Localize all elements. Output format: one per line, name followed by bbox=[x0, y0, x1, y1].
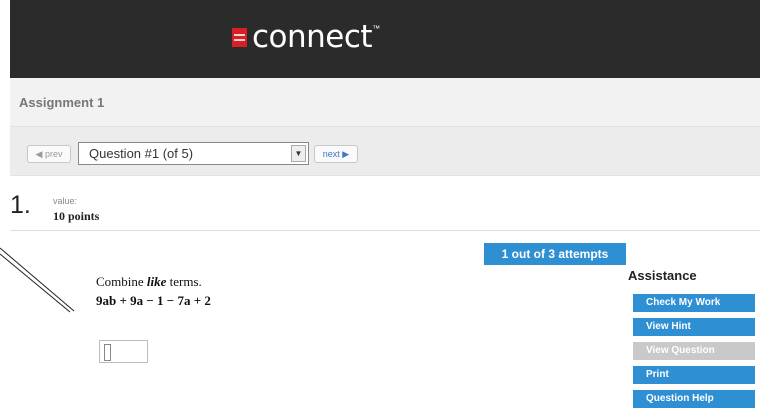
prev-button[interactable]: ◀ prev bbox=[27, 145, 71, 163]
brand-name: connect bbox=[252, 19, 373, 55]
question-instruction: Combine like terms. bbox=[96, 274, 202, 290]
question-points: 10 points bbox=[53, 209, 100, 223]
pointer-arrow-icon bbox=[0, 247, 75, 313]
connect-logo: connect ™ bbox=[232, 19, 381, 55]
assignment-title: Assignment 1 bbox=[19, 95, 105, 110]
next-button[interactable]: next ▶ bbox=[314, 145, 358, 163]
question-select-value: Question #1 (of 5) bbox=[89, 146, 194, 161]
check-my-work-button[interactable]: Check My Work bbox=[633, 294, 755, 312]
answer-input[interactable] bbox=[99, 340, 148, 363]
value-label: value: bbox=[53, 196, 78, 206]
instruction-prefix: Combine bbox=[96, 274, 147, 289]
question-select[interactable]: Question #1 (of 5) ▼ bbox=[78, 142, 309, 165]
text-caret bbox=[104, 344, 111, 361]
attempts-badge: 1 out of 3 attempts bbox=[484, 243, 626, 265]
question-number: 1. bbox=[10, 191, 31, 219]
question-nav-bar: ◀ prev Question #1 (of 5) ▼ next ▶ bbox=[10, 126, 760, 176]
instruction-emphasis: like bbox=[146, 274, 167, 289]
question-help-button[interactable]: Question Help bbox=[633, 390, 755, 408]
instruction-suffix: terms. bbox=[166, 274, 202, 289]
mcgraw-hill-logo-icon bbox=[232, 27, 247, 47]
view-hint-button[interactable]: View Hint bbox=[633, 318, 755, 336]
header-bar: connect ™ bbox=[10, 0, 760, 78]
trademark-symbol: ™ bbox=[372, 24, 381, 33]
divider bbox=[10, 230, 760, 231]
view-question-button[interactable]: View Question bbox=[633, 342, 755, 360]
print-button[interactable]: Print bbox=[633, 366, 755, 384]
assistance-title: Assistance bbox=[628, 268, 697, 283]
question-expression: 9ab + 9a − 1 − 7a + 2 bbox=[96, 293, 211, 308]
chevron-down-icon[interactable]: ▼ bbox=[291, 145, 306, 162]
assignment-bar: Assignment 1 bbox=[10, 78, 760, 126]
